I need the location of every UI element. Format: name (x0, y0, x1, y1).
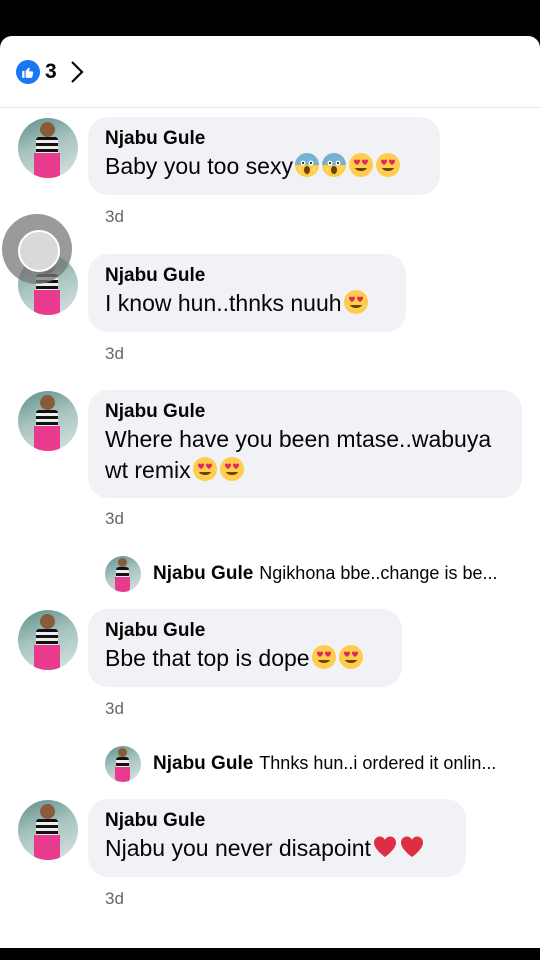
avatar[interactable] (18, 391, 78, 451)
reply-preview[interactable]: Njabu Gule Ngikhona bbe..change is be... (0, 554, 540, 594)
like-icon (16, 59, 40, 84)
avatar[interactable] (105, 746, 141, 782)
comment-text: Where have you been mtase..wabuya wt rem… (105, 426, 492, 483)
red-heart-emoji-icon (399, 834, 425, 860)
heart-eyes-emoji-icon (338, 644, 364, 670)
avatar[interactable] (18, 800, 78, 860)
comment-bubble[interactable]: Njabu Gule Bbe that top is dope (88, 609, 402, 687)
comment-author[interactable]: Njabu Gule (105, 264, 388, 288)
heart-eyes-emoji-icon (219, 456, 245, 482)
comment-bubble[interactable]: Njabu Gule Baby you too sexy (88, 117, 440, 195)
comment-author[interactable]: Njabu Gule (105, 619, 384, 643)
comment-text: Bbe that top is dope (105, 643, 384, 674)
reply-text: Thnks hun..i ordered it onlin... (259, 753, 497, 773)
comment-timestamp: 3d (105, 889, 124, 908)
reply-preview[interactable]: Njabu Gule Thnks hun..i ordered it onlin.… (0, 744, 540, 784)
comment-timestamp: 3d (105, 699, 124, 718)
comment-timestamp: 3d (105, 344, 124, 363)
heart-eyes-emoji-icon (343, 289, 369, 315)
comment-bubble[interactable]: Njabu Gule Where have you been mtase..wab… (88, 390, 522, 498)
heart-eyes-emoji-icon (348, 152, 374, 178)
comment-text: Njabu you never disapoint (105, 833, 448, 864)
comment-author[interactable]: Njabu Gule (105, 809, 448, 833)
scream-emoji-icon (321, 152, 347, 178)
touch-indicator (2, 214, 72, 284)
comment-timestamp: 3d (105, 509, 124, 528)
comment-bubble[interactable]: Njabu Gule Njabu you never disapoint (88, 799, 466, 877)
avatar[interactable] (105, 556, 141, 592)
avatar[interactable] (18, 118, 78, 178)
chevron-right-icon[interactable] (69, 60, 85, 84)
comment-timestamp: 3d (105, 207, 124, 226)
comment-author[interactable]: Njabu Gule (105, 400, 504, 424)
avatar[interactable] (18, 610, 78, 670)
comment-text: Baby you too sexy (105, 151, 422, 182)
heart-eyes-emoji-icon (311, 644, 337, 670)
scream-emoji-icon (294, 152, 320, 178)
reply-text: Ngikhona bbe..change is be... (259, 563, 498, 583)
reply-author[interactable]: Njabu Gule (153, 563, 253, 584)
like-count: 3 (45, 59, 57, 83)
comment-bubble[interactable]: Njabu Gule I know hun..thnks nuuh (88, 254, 406, 332)
reply-author[interactable]: Njabu Gule (153, 753, 253, 774)
reply-preview-text: Njabu Gule Ngikhona bbe..change is be... (153, 563, 518, 585)
heart-eyes-emoji-icon (192, 456, 218, 482)
heart-eyes-emoji-icon (375, 152, 401, 178)
reply-preview-text: Njabu Gule Thnks hun..i ordered it onlin.… (153, 753, 518, 775)
comment-text: I know hun..thnks nuuh (105, 288, 388, 319)
reactions-header[interactable]: 3 (0, 36, 540, 108)
red-heart-emoji-icon (372, 834, 398, 860)
comment-author[interactable]: Njabu Gule (105, 127, 422, 151)
system-nav-bar (0, 948, 540, 960)
